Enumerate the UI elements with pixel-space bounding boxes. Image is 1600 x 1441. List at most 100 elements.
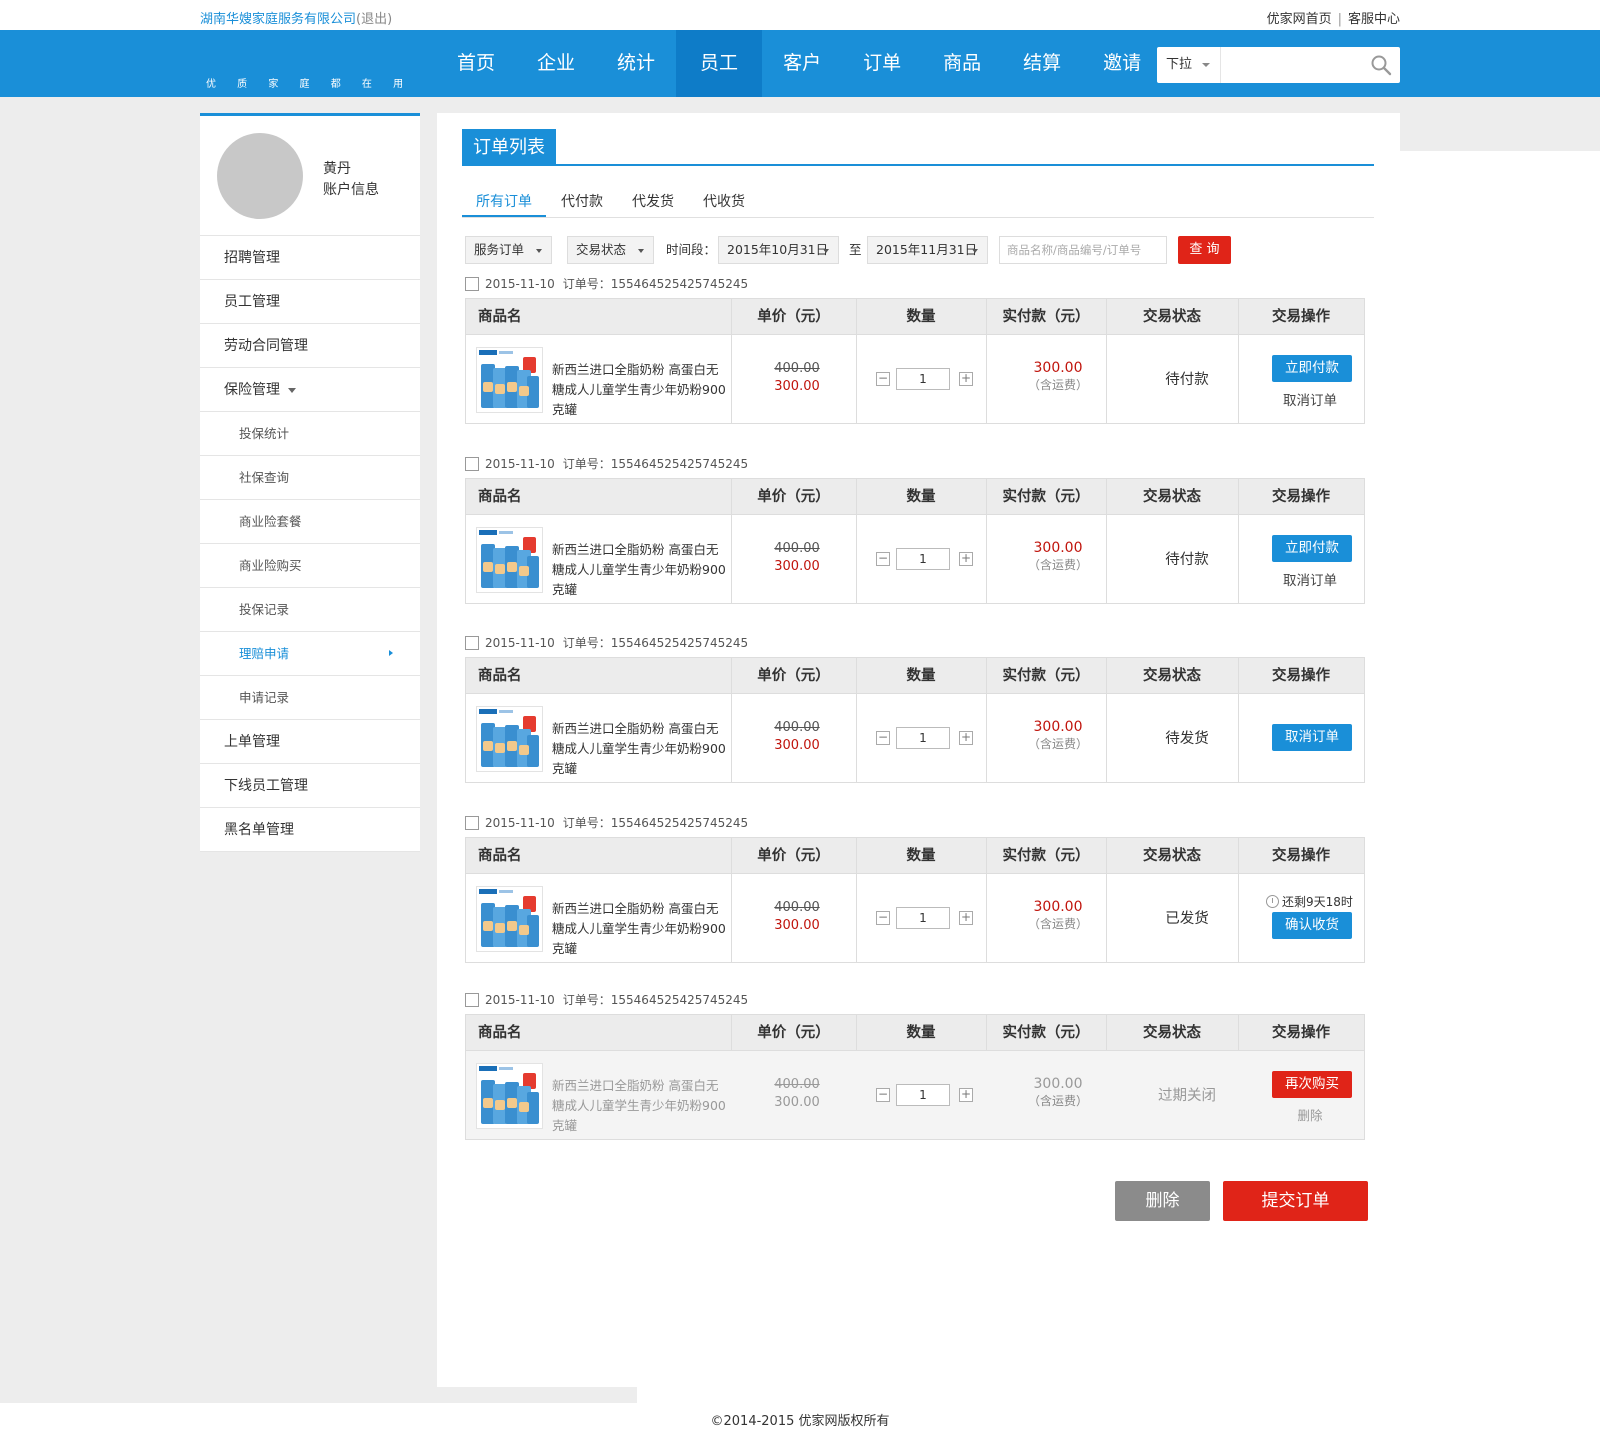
column-header: 商品名 [478, 309, 522, 325]
quantity-input[interactable]: 1 [896, 548, 950, 570]
avatar[interactable] [217, 133, 303, 219]
trade-status-select[interactable]: 交易状态 [567, 236, 654, 264]
order-table: 商品名 单价（元） 数量 实付款（元） 交易状态 交易操作 新西兰进口全脂奶粉 高蛋白无糖成… [465, 657, 1365, 783]
sidebar-item[interactable]: 员工管理 [200, 280, 420, 324]
product-name[interactable]: 新西兰进口全脂奶粉 高蛋白无糖成人儿童学生青少年奶粉900克罐 [552, 540, 730, 600]
quantity-input[interactable]: 1 [896, 1084, 950, 1106]
product-image[interactable] [476, 706, 543, 772]
product-image[interactable] [476, 886, 543, 952]
order-tab[interactable]: 代发货 [618, 189, 688, 217]
product-image[interactable] [476, 347, 543, 413]
order-tab[interactable]: 所有订单 [462, 189, 546, 217]
quantity-input[interactable]: 1 [896, 727, 950, 749]
sidebar-item[interactable]: 投保记录 [200, 588, 420, 632]
slogan-text: 优 质 家 庭 都 在 用 [206, 79, 413, 90]
date-to-select[interactable]: 2015年11月31日 [867, 236, 988, 264]
minus-button[interactable]: − [876, 372, 890, 386]
plus-button[interactable]: + [959, 911, 973, 925]
column-header: 实付款（元） [1002, 1025, 1090, 1041]
cancel-order-link[interactable]: 取消订单 [1256, 569, 1364, 589]
nav-item[interactable]: 客户 [762, 30, 842, 97]
plus-button[interactable]: + [959, 552, 973, 566]
sidebar: 黄丹 账户信息 招聘管理 员工管理 劳动合同管理 保险管理 投保统计 社保查询 商业险套餐商… [200, 113, 420, 852]
sidebar-item[interactable]: 招聘管理 [200, 236, 420, 280]
minus-button[interactable]: − [876, 911, 890, 925]
order-checkbox[interactable] [465, 457, 479, 471]
company-name-link[interactable]: 湖南华嫂家庭服务有限公司 [200, 12, 356, 27]
column-header: 数量 [906, 848, 936, 864]
order-checkbox[interactable] [465, 277, 479, 291]
nav-item[interactable]: 统计 [596, 30, 676, 97]
date-from-select[interactable]: 2015年10月31日 [718, 236, 839, 264]
query-button[interactable]: 查 询 [1178, 236, 1231, 264]
nav-item[interactable]: 企业 [516, 30, 596, 97]
product-image[interactable] [476, 1063, 543, 1129]
buy-again-button[interactable]: 再次购买 [1272, 1071, 1352, 1098]
delete-button[interactable]: 删除 [1115, 1181, 1210, 1221]
cancel-order-link[interactable]: 取消订单 [1256, 389, 1364, 409]
table-row: 新西兰进口全脂奶粉 高蛋白无糖成人儿童学生青少年奶粉900克罐 400.00 300… [466, 515, 1364, 603]
minus-button[interactable]: − [876, 1088, 890, 1102]
nav-item[interactable]: 订单 [842, 30, 922, 97]
table-row: 新西兰进口全脂奶粉 高蛋白无糖成人儿童学生青少年奶粉900克罐 400.00 300… [466, 694, 1364, 782]
submit-order-button[interactable]: 提交订单 [1223, 1181, 1368, 1221]
confirm-receipt-button[interactable]: 确认收货 [1272, 912, 1352, 939]
service-center-link[interactable]: 客服中心 [1348, 12, 1400, 27]
sidebar-item[interactable]: 社保查询 [200, 456, 420, 500]
plus-button[interactable]: + [959, 731, 973, 745]
home-link[interactable]: 优家网首页 [1267, 12, 1332, 27]
order-checkbox[interactable] [465, 636, 479, 650]
trade-actions: 再次购买 删除 [1256, 1051, 1364, 1139]
delete-order-link[interactable]: 删除 [1256, 1105, 1364, 1124]
sidebar-item[interactable]: 劳动合同管理 [200, 324, 420, 368]
plus-button[interactable]: + [959, 1088, 973, 1102]
paid-value: 300.00 [1033, 1076, 1083, 1092]
quantity-input[interactable]: 1 [896, 907, 950, 929]
nav-item[interactable]: 首页 [436, 30, 516, 97]
sidebar-item[interactable]: 申请记录 [200, 676, 420, 720]
search-box: 下拉 [1157, 47, 1400, 83]
nav-item[interactable]: 商品 [922, 30, 1002, 97]
product-name[interactable]: 新西兰进口全脂奶粉 高蛋白无糖成人儿童学生青少年奶粉900克罐 [552, 1076, 730, 1136]
account-info-link[interactable]: 账户信息 [323, 179, 379, 199]
logout-link[interactable]: (退出) [356, 12, 392, 27]
sidebar-item[interactable]: 商业险套餐 [200, 500, 420, 544]
pay-now-button[interactable]: 立即付款 [1272, 355, 1352, 382]
product-image[interactable] [476, 527, 543, 593]
order-number: 155464525425745245 [610, 277, 749, 291]
order-checkbox[interactable] [465, 816, 479, 830]
order-checkbox[interactable] [465, 993, 479, 1007]
product-name[interactable]: 新西兰进口全脂奶粉 高蛋白无糖成人儿童学生青少年奶粉900克罐 [552, 899, 730, 959]
filter-bar: 服务订单 交易状态 时间段： 2015年10月31日 至 2015年11月31日… [465, 236, 1365, 264]
nav-item[interactable]: 员工 [676, 30, 763, 97]
product-name[interactable]: 新西兰进口全脂奶粉 高蛋白无糖成人儿童学生青少年奶粉900克罐 [552, 360, 730, 420]
keyword-input[interactable]: 商品名称/商品编号/订单号 [999, 236, 1167, 264]
pay-now-button[interactable]: 立即付款 [1272, 535, 1352, 562]
order-meta: 2015-11-10 订单号：155464525425745245 [465, 635, 1365, 657]
sidebar-item[interactable]: 理赔申请 [200, 632, 420, 676]
quantity-input[interactable]: 1 [896, 368, 950, 390]
search-type-dropdown[interactable]: 下拉 [1157, 47, 1221, 83]
minus-button[interactable]: − [876, 552, 890, 566]
order-number-label: 订单号： [562, 636, 611, 650]
sidebar-item[interactable]: 商业险购买 [200, 544, 420, 588]
site-logo[interactable]: YOUJIA优家网 优 质 家 庭 都 在 用 [200, 38, 1600, 1425]
sidebar-item[interactable]: 下线员工管理 [200, 764, 420, 808]
sidebar-item[interactable]: 黑名单管理 [200, 808, 420, 852]
sidebar-item[interactable]: 保险管理 [200, 368, 420, 412]
service-type-select[interactable]: 服务订单 [465, 236, 552, 264]
order-tab[interactable]: 代付款 [547, 189, 617, 217]
order-tab[interactable]: 代收货 [689, 189, 759, 217]
nav-item[interactable]: 结算 [1002, 30, 1082, 97]
nav-item[interactable]: 邀请 [1082, 30, 1162, 97]
sidebar-item[interactable]: 投保统计 [200, 412, 420, 456]
search-icon[interactable] [1370, 54, 1392, 76]
order-card: 2015-11-10 订单号：155464525425745245 商品名 单价（元）… [465, 992, 1365, 1140]
column-header: 交易状态 [1143, 1025, 1201, 1041]
cancel-order-button[interactable]: 取消订单 [1272, 724, 1352, 751]
sidebar-item[interactable]: 上单管理 [200, 720, 420, 764]
plus-button[interactable]: + [959, 372, 973, 386]
product-name[interactable]: 新西兰进口全脂奶粉 高蛋白无糖成人儿童学生青少年奶粉900克罐 [552, 719, 730, 779]
minus-button[interactable]: − [876, 731, 890, 745]
top-bar: 湖南华嫂家庭服务有限公司(退出) 优家网首页 | 客服中心 [0, 0, 1600, 30]
